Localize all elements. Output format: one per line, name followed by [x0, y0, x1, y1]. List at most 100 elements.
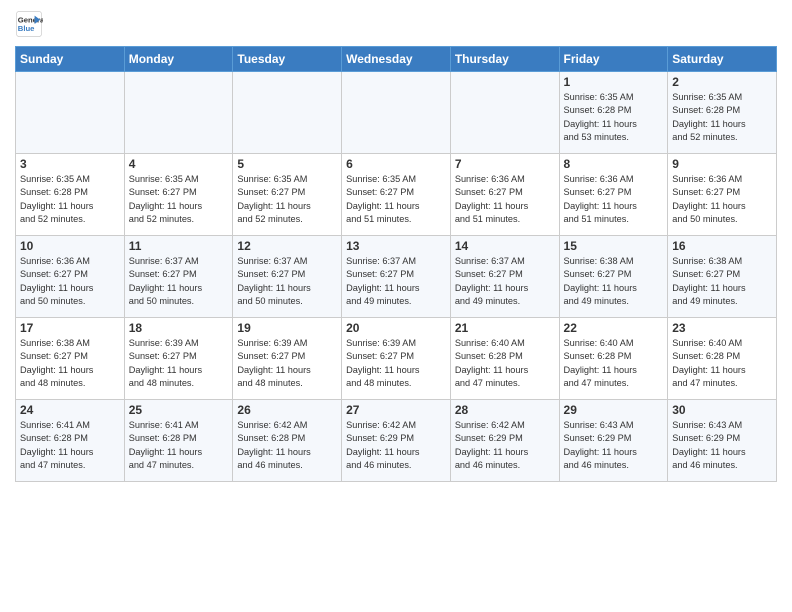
day-number: 27: [346, 403, 446, 417]
day-number: 24: [20, 403, 120, 417]
day-info: Sunrise: 6:35 AM Sunset: 6:27 PM Dayligh…: [346, 173, 446, 226]
day-number: 1: [564, 75, 664, 89]
page-container: General Blue SundayMondayTuesdayWednesda…: [0, 0, 792, 492]
weekday-header: Thursday: [450, 47, 559, 72]
day-info: Sunrise: 6:35 AM Sunset: 6:27 PM Dayligh…: [129, 173, 229, 226]
calendar-week: 24 Sunrise: 6:41 AM Sunset: 6:28 PM Dayli…: [16, 400, 777, 482]
calendar-cell: [233, 72, 342, 154]
day-number: 9: [672, 157, 772, 171]
calendar-cell: 18 Sunrise: 6:39 AM Sunset: 6:27 PM Dayli…: [124, 318, 233, 400]
calendar-cell: 10 Sunrise: 6:36 AM Sunset: 6:27 PM Dayli…: [16, 236, 125, 318]
day-info: Sunrise: 6:42 AM Sunset: 6:28 PM Dayligh…: [237, 419, 337, 472]
day-number: 19: [237, 321, 337, 335]
weekday-header: Wednesday: [342, 47, 451, 72]
day-number: 7: [455, 157, 555, 171]
day-info: Sunrise: 6:37 AM Sunset: 6:27 PM Dayligh…: [455, 255, 555, 308]
day-info: Sunrise: 6:38 AM Sunset: 6:27 PM Dayligh…: [20, 337, 120, 390]
calendar-cell: 23Sunrise: 6:40 AM Sunset: 6:28 PM Dayli…: [668, 318, 777, 400]
calendar-cell: 19 Sunrise: 6:39 AM Sunset: 6:27 PM Dayli…: [233, 318, 342, 400]
weekday-header: Saturday: [668, 47, 777, 72]
calendar-cell: 13Sunrise: 6:37 AM Sunset: 6:27 PM Dayli…: [342, 236, 451, 318]
day-number: 17: [20, 321, 120, 335]
day-info: Sunrise: 6:35 AM Sunset: 6:28 PM Dayligh…: [672, 91, 772, 144]
calendar-cell: 15 Sunrise: 6:38 AM Sunset: 6:27 PM Dayli…: [559, 236, 668, 318]
calendar-cell: 4 Sunrise: 6:35 AM Sunset: 6:27 PM Daylig…: [124, 154, 233, 236]
day-info: Sunrise: 6:35 AM Sunset: 6:27 PM Dayligh…: [237, 173, 337, 226]
day-info: Sunrise: 6:39 AM Sunset: 6:27 PM Dayligh…: [129, 337, 229, 390]
day-number: 18: [129, 321, 229, 335]
calendar-cell: 6 Sunrise: 6:35 AM Sunset: 6:27 PM Daylig…: [342, 154, 451, 236]
day-info: Sunrise: 6:40 AM Sunset: 6:28 PM Dayligh…: [564, 337, 664, 390]
day-info: Sunrise: 6:41 AM Sunset: 6:28 PM Dayligh…: [129, 419, 229, 472]
calendar-cell: 20Sunrise: 6:39 AM Sunset: 6:27 PM Dayli…: [342, 318, 451, 400]
weekday-header: Sunday: [16, 47, 125, 72]
calendar-body: 1 Sunrise: 6:35 AM Sunset: 6:28 PM Daylig…: [16, 72, 777, 482]
calendar-cell: 26 Sunrise: 6:42 AM Sunset: 6:28 PM Dayli…: [233, 400, 342, 482]
day-number: 11: [129, 239, 229, 253]
calendar-cell: 25 Sunrise: 6:41 AM Sunset: 6:28 PM Dayli…: [124, 400, 233, 482]
day-info: Sunrise: 6:38 AM Sunset: 6:27 PM Dayligh…: [564, 255, 664, 308]
calendar-cell: 11 Sunrise: 6:37 AM Sunset: 6:27 PM Dayli…: [124, 236, 233, 318]
day-info: Sunrise: 6:35 AM Sunset: 6:28 PM Dayligh…: [564, 91, 664, 144]
calendar-cell: [16, 72, 125, 154]
calendar-cell: 21 Sunrise: 6:40 AM Sunset: 6:28 PM Dayli…: [450, 318, 559, 400]
day-number: 4: [129, 157, 229, 171]
calendar-week: 3 Sunrise: 6:35 AM Sunset: 6:28 PM Daylig…: [16, 154, 777, 236]
calendar-week: 17 Sunrise: 6:38 AM Sunset: 6:27 PM Dayli…: [16, 318, 777, 400]
calendar-cell: 3 Sunrise: 6:35 AM Sunset: 6:28 PM Daylig…: [16, 154, 125, 236]
calendar-cell: 29 Sunrise: 6:43 AM Sunset: 6:29 PM Dayli…: [559, 400, 668, 482]
day-info: Sunrise: 6:43 AM Sunset: 6:29 PM Dayligh…: [672, 419, 772, 472]
calendar-week: 10 Sunrise: 6:36 AM Sunset: 6:27 PM Dayli…: [16, 236, 777, 318]
day-info: Sunrise: 6:36 AM Sunset: 6:27 PM Dayligh…: [455, 173, 555, 226]
day-number: 6: [346, 157, 446, 171]
day-info: Sunrise: 6:42 AM Sunset: 6:29 PM Dayligh…: [346, 419, 446, 472]
day-number: 25: [129, 403, 229, 417]
calendar-cell: 1 Sunrise: 6:35 AM Sunset: 6:28 PM Daylig…: [559, 72, 668, 154]
calendar-cell: 17 Sunrise: 6:38 AM Sunset: 6:27 PM Dayli…: [16, 318, 125, 400]
calendar-cell: 30Sunrise: 6:43 AM Sunset: 6:29 PM Dayli…: [668, 400, 777, 482]
day-info: Sunrise: 6:39 AM Sunset: 6:27 PM Dayligh…: [237, 337, 337, 390]
day-number: 3: [20, 157, 120, 171]
calendar-cell: 12Sunrise: 6:37 AM Sunset: 6:27 PM Dayli…: [233, 236, 342, 318]
calendar-cell: 9Sunrise: 6:36 AM Sunset: 6:27 PM Daylig…: [668, 154, 777, 236]
day-info: Sunrise: 6:39 AM Sunset: 6:27 PM Dayligh…: [346, 337, 446, 390]
weekday-header: Tuesday: [233, 47, 342, 72]
day-number: 21: [455, 321, 555, 335]
day-info: Sunrise: 6:38 AM Sunset: 6:27 PM Dayligh…: [672, 255, 772, 308]
svg-text:Blue: Blue: [18, 24, 35, 33]
day-number: 10: [20, 239, 120, 253]
day-number: 28: [455, 403, 555, 417]
logo: General Blue: [15, 10, 43, 38]
weekday-header: Friday: [559, 47, 668, 72]
day-number: 13: [346, 239, 446, 253]
calendar-cell: 16 Sunrise: 6:38 AM Sunset: 6:27 PM Dayli…: [668, 236, 777, 318]
day-number: 8: [564, 157, 664, 171]
calendar-cell: 5 Sunrise: 6:35 AM Sunset: 6:27 PM Daylig…: [233, 154, 342, 236]
calendar-header: SundayMondayTuesdayWednesdayThursdayFrid…: [16, 47, 777, 72]
day-number: 29: [564, 403, 664, 417]
day-number: 14: [455, 239, 555, 253]
calendar-table: SundayMondayTuesdayWednesdayThursdayFrid…: [15, 46, 777, 482]
calendar-cell: 2 Sunrise: 6:35 AM Sunset: 6:28 PM Daylig…: [668, 72, 777, 154]
day-info: Sunrise: 6:42 AM Sunset: 6:29 PM Dayligh…: [455, 419, 555, 472]
day-number: 16: [672, 239, 772, 253]
calendar-cell: 22Sunrise: 6:40 AM Sunset: 6:28 PM Dayli…: [559, 318, 668, 400]
calendar-cell: 8Sunrise: 6:36 AM Sunset: 6:27 PM Daylig…: [559, 154, 668, 236]
day-info: Sunrise: 6:37 AM Sunset: 6:27 PM Dayligh…: [129, 255, 229, 308]
calendar-cell: [124, 72, 233, 154]
day-number: 2: [672, 75, 772, 89]
day-number: 15: [564, 239, 664, 253]
day-info: Sunrise: 6:35 AM Sunset: 6:28 PM Dayligh…: [20, 173, 120, 226]
day-info: Sunrise: 6:40 AM Sunset: 6:28 PM Dayligh…: [672, 337, 772, 390]
calendar-cell: 27 Sunrise: 6:42 AM Sunset: 6:29 PM Dayli…: [342, 400, 451, 482]
calendar-cell: [342, 72, 451, 154]
weekday-header: Monday: [124, 47, 233, 72]
day-info: Sunrise: 6:41 AM Sunset: 6:28 PM Dayligh…: [20, 419, 120, 472]
day-info: Sunrise: 6:40 AM Sunset: 6:28 PM Dayligh…: [455, 337, 555, 390]
day-number: 5: [237, 157, 337, 171]
day-number: 26: [237, 403, 337, 417]
day-info: Sunrise: 6:43 AM Sunset: 6:29 PM Dayligh…: [564, 419, 664, 472]
day-info: Sunrise: 6:36 AM Sunset: 6:27 PM Dayligh…: [20, 255, 120, 308]
calendar-cell: 7 Sunrise: 6:36 AM Sunset: 6:27 PM Daylig…: [450, 154, 559, 236]
calendar-cell: 28 Sunrise: 6:42 AM Sunset: 6:29 PM Dayli…: [450, 400, 559, 482]
